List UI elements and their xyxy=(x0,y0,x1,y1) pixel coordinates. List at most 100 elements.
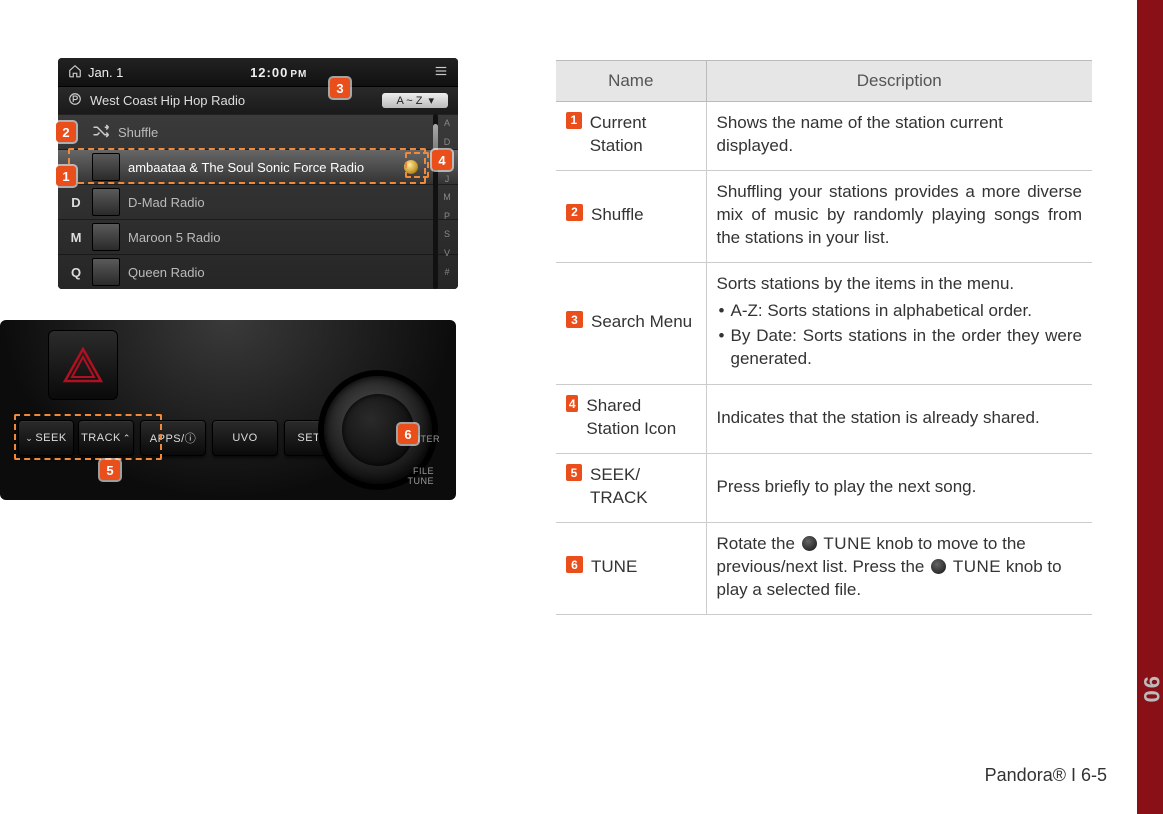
alpha-letter[interactable]: # xyxy=(438,267,456,286)
menu-icon xyxy=(434,64,448,81)
row-title: Maroon 5 Radio xyxy=(128,230,221,245)
row-number: 5 xyxy=(566,464,582,481)
knob-ring xyxy=(354,406,402,454)
list-item[interactable]: ambaataa & The Soul Sonic Force Radio xyxy=(58,149,458,184)
track-button[interactable]: TRACK⌃ xyxy=(78,420,134,456)
current-station-row: West Coast Hip Hop Radio A ~ Z ▾ xyxy=(58,86,458,114)
table-header-row: Name Description xyxy=(556,61,1092,102)
album-thumb xyxy=(92,223,120,251)
seek-button[interactable]: ⌄SEEK xyxy=(18,420,74,456)
row-desc: Indicates that the station is already sh… xyxy=(706,385,1092,454)
bullet-item: By Date: Sorts stations in the order the… xyxy=(717,325,1083,371)
row-title: ambaataa & The Soul Sonic Force Radio xyxy=(128,160,364,175)
table-row: 1 Current Station Shows the name of the s… xyxy=(556,102,1092,171)
table-row: 2Shuffle Shuffling your stations provide… xyxy=(556,170,1092,262)
row-number: 2 xyxy=(566,204,583,221)
col-name: Name xyxy=(556,61,706,102)
row-number: 6 xyxy=(566,556,583,573)
list-item[interactable]: Q Queen Radio xyxy=(58,254,458,289)
uvo-button[interactable]: UVO xyxy=(212,420,278,456)
status-clock: 12:00PM xyxy=(250,65,307,80)
alpha-letter[interactable]: M xyxy=(438,192,456,211)
album-thumb xyxy=(92,153,120,181)
home-icon xyxy=(68,64,82,81)
page: 06 Jan. 1 12:00PM West Coast Hip Hop Rad… xyxy=(0,0,1163,814)
row-title: D-Mad Radio xyxy=(128,195,205,210)
tune-knob-icon xyxy=(802,536,817,551)
row-title: Queen Radio xyxy=(128,265,205,280)
list-item[interactable]: M Maroon 5 Radio xyxy=(58,219,458,254)
chevron-up-icon: ⌃ xyxy=(123,433,131,444)
hazard-icon xyxy=(63,347,103,383)
row-title: Shuffle xyxy=(118,125,158,140)
table-row: 3 Search Menu Sorts stations by the items… xyxy=(556,262,1092,385)
tune-label: TUNE xyxy=(823,534,871,553)
annotation-marker-2: 2 xyxy=(56,122,76,142)
tune-label: TUNE xyxy=(953,557,1001,576)
row-name: Current Station xyxy=(590,112,696,158)
row-name: Search Menu xyxy=(591,311,692,334)
annotation-marker-3: 3 xyxy=(330,78,350,98)
sort-pill[interactable]: A ~ Z ▾ xyxy=(382,93,448,108)
shared-station-icon xyxy=(404,160,418,174)
knob-label-file-tune: FILETUNE xyxy=(408,466,435,486)
section-tab: 06 xyxy=(1139,674,1163,702)
row-number: 3 xyxy=(566,311,583,328)
annotation-marker-5: 5 xyxy=(100,460,120,480)
row-desc: Sorts stations by the items in the menu.… xyxy=(706,262,1092,385)
button-label: TRACK xyxy=(81,432,121,444)
table-row: 4 Shared Station Icon Indicates that the … xyxy=(556,385,1092,454)
radio-screenshot: Jan. 1 12:00PM West Coast Hip Hop Radio … xyxy=(58,58,458,289)
album-thumb xyxy=(92,258,120,286)
desc-part: Rotate the xyxy=(717,534,800,553)
alpha-letter[interactable]: V xyxy=(438,248,456,267)
col-description: Description xyxy=(706,61,1092,102)
annotation-marker-6: 6 xyxy=(398,424,418,444)
row-desc: Shows the name of the station current di… xyxy=(706,102,1092,171)
list-item[interactable]: D D-Mad Radio xyxy=(58,184,458,219)
hardware-panel: ⌄SEEK TRACK⌃ APPS/ⓘ UVO SETUP ENTER FILE… xyxy=(0,320,456,500)
row-name: SEEK/ TRACK xyxy=(590,464,696,510)
row-number: 4 xyxy=(566,395,578,412)
alpha-letter[interactable]: P xyxy=(438,211,456,230)
album-thumb xyxy=(92,188,120,216)
row-letter: D xyxy=(68,195,84,210)
list-item[interactable]: Shuffle xyxy=(58,114,458,149)
row-desc: Press briefly to play the next song. xyxy=(706,454,1092,523)
sort-label: A ~ Z xyxy=(396,95,422,107)
row-desc: Rotate the TUNE knob to move to the prev… xyxy=(706,523,1092,615)
shuffle-icon xyxy=(92,124,110,141)
page-footer: Pandora® I 6-5 xyxy=(985,765,1107,786)
alpha-letter[interactable]: J xyxy=(438,174,456,193)
station-list: Shuffle ambaataa & The Soul Sonic Force … xyxy=(58,114,458,289)
bullet-list: A-Z: Sorts stations in alphabetical orde… xyxy=(717,300,1083,371)
pandora-icon xyxy=(68,92,82,109)
hazard-button[interactable] xyxy=(48,330,118,400)
row-letter: M xyxy=(68,230,84,245)
description-table: Name Description 1 Current Station Shows … xyxy=(556,60,1092,615)
table-row: 5 SEEK/ TRACK Press briefly to play the n… xyxy=(556,454,1092,523)
button-label: SEEK xyxy=(35,432,66,444)
row-desc-intro: Sorts stations by the items in the menu. xyxy=(717,274,1015,293)
chevron-down-icon: ⌄ xyxy=(25,433,33,444)
annotation-marker-1: 1 xyxy=(56,166,76,186)
tune-knob-icon xyxy=(931,559,946,574)
row-letter: Q xyxy=(68,265,84,280)
row-name: Shared Station Icon xyxy=(586,395,695,441)
row-number: 1 xyxy=(566,112,582,129)
row-name: TUNE xyxy=(591,556,637,579)
chevron-down-icon: ▾ xyxy=(428,94,434,107)
seek-track-group: ⌄SEEK TRACK⌃ xyxy=(18,420,134,456)
bullet-item: A-Z: Sorts stations in alphabetical orde… xyxy=(717,300,1083,323)
table-row: 6 TUNE Rotate the TUNE knob to move to th… xyxy=(556,523,1092,615)
apps-button[interactable]: APPS/ⓘ xyxy=(140,420,206,456)
alpha-letter[interactable]: S xyxy=(438,229,456,248)
alpha-letter[interactable]: A xyxy=(438,118,456,137)
button-row: ⌄SEEK TRACK⌃ APPS/ⓘ UVO SETUP xyxy=(18,420,350,456)
row-name: Shuffle xyxy=(591,204,644,227)
current-station-name: West Coast Hip Hop Radio xyxy=(90,93,245,108)
status-bar: Jan. 1 12:00PM xyxy=(58,58,458,86)
annotation-marker-4: 4 xyxy=(432,150,452,170)
status-date: Jan. 1 xyxy=(88,65,123,80)
alpha-index[interactable]: A D G J M P S V # xyxy=(438,118,456,285)
